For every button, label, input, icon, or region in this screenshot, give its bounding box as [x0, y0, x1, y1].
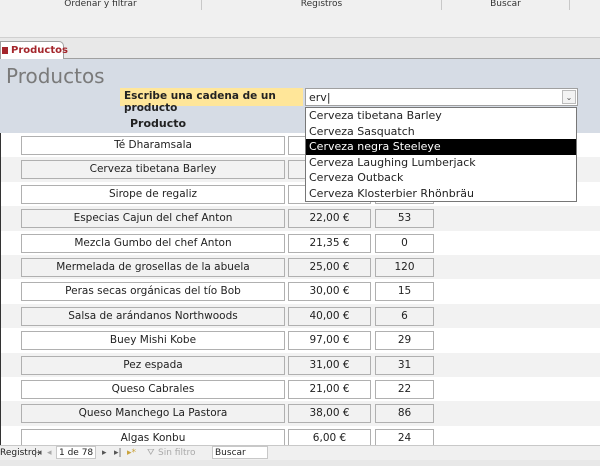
stock-field[interactable]: 53 [375, 209, 434, 229]
dropdown-option[interactable]: Cerveza Sasquatch [306, 124, 576, 140]
document-tabs: Productos [0, 38, 600, 59]
product-field[interactable]: Sirope de regaliz [21, 184, 285, 204]
record-navigation: Registro: |◂ ◂ 1 de 78 ▸ ▸| ▸* ⛛ Sin fil… [0, 445, 600, 460]
ribbon-group-find: Buscar [442, 0, 570, 10]
stock-field[interactable]: 6 [375, 306, 434, 326]
filter-icon: ⛛ [147, 448, 155, 458]
search-box[interactable]: Buscar [212, 446, 268, 459]
dropdown-option[interactable]: Cerveza negra Steeleye [306, 139, 576, 155]
stock-field[interactable]: 31 [375, 355, 434, 375]
product-field[interactable]: Mezcla Gumbo del chef Anton [21, 233, 285, 253]
price-field[interactable]: 22,00 € [288, 209, 371, 229]
table-row: Peras secas orgánicas del tío Bob 30,00 €… [0, 279, 600, 304]
tab-label: Productos [11, 45, 68, 56]
price-field[interactable]: 40,00 € [288, 306, 371, 326]
price-field[interactable]: 25,00 € [288, 257, 371, 277]
price-field[interactable]: 30,00 € [288, 282, 371, 302]
product-field[interactable]: Queso Cabrales [21, 379, 285, 399]
tab-productos[interactable]: Productos [0, 41, 68, 59]
search-label: Escribe una cadena de un producto [120, 88, 303, 114]
product-field[interactable]: Cerveza tibetana Barley [21, 160, 285, 180]
table-row: Salsa de arándanos Northwoods 40,00 €6 [0, 303, 600, 329]
table-row: Mermelada de grosellas de la abuela 25,00… [0, 254, 600, 280]
stock-field[interactable]: 22 [375, 379, 434, 399]
product-field[interactable]: Peras secas orgánicas del tío Bob [21, 282, 285, 302]
ribbon-group-records: Registros [202, 0, 442, 10]
dropdown-option[interactable]: Cerveza Outback [306, 170, 576, 186]
first-record-button[interactable]: |◂ [34, 446, 42, 460]
ribbon-group-sort-filter: Ordenar y filtrar [0, 0, 202, 10]
status-bar [0, 460, 600, 466]
price-field[interactable]: 38,00 € [288, 404, 371, 424]
price-field[interactable]: 21,00 € [288, 379, 371, 399]
product-field[interactable]: Pez espada [21, 355, 285, 375]
table-row: Especias Cajun del chef Anton 22,00 €53 [0, 206, 600, 231]
combo-value: erv [309, 91, 327, 104]
table-row: Pez espada 31,00 €31 [0, 352, 600, 377]
next-record-button[interactable]: ▸ [102, 446, 107, 460]
form-title: Productos [6, 64, 105, 88]
last-record-button[interactable]: ▸| [114, 446, 122, 460]
product-field[interactable]: Té Dharamsala [21, 136, 285, 155]
price-field[interactable]: 31,00 € [288, 355, 371, 375]
product-field[interactable]: Salsa de arándanos Northwoods [21, 306, 285, 326]
dropdown-option[interactable]: Cerveza tibetana Barley [306, 108, 576, 124]
new-record-button[interactable]: ▸* [127, 446, 136, 460]
product-field[interactable]: Especias Cajun del chef Anton [21, 209, 285, 229]
stock-field[interactable]: 29 [375, 331, 434, 351]
stock-field[interactable]: 0 [375, 233, 434, 253]
form-icon [2, 47, 8, 54]
table-row: Buey Mishi Kobe 97,00 €29 [0, 328, 600, 353]
table-row: Queso Cabrales 21,00 €22 [0, 376, 600, 402]
stock-field[interactable]: 15 [375, 282, 434, 302]
product-field[interactable]: Queso Manchego La Pastora [21, 404, 285, 424]
combo-dropdown-list[interactable]: Cerveza tibetana Barley Cerveza Sasquatch… [305, 107, 577, 202]
ribbon: Ordenar y filtrar Registros Buscar [0, 0, 600, 38]
chevron-down-icon[interactable]: ⌄ [562, 90, 576, 104]
stock-field[interactable]: 120 [375, 257, 434, 277]
dropdown-option[interactable]: Cerveza Laughing Lumberjack [306, 155, 576, 171]
table-row: Mezcla Gumbo del chef Anton 21,35 €0 [0, 230, 600, 255]
product-search-combo[interactable]: erv| ⌄ [305, 88, 578, 106]
product-field[interactable]: Mermelada de grosellas de la abuela [21, 257, 285, 277]
table-row: Queso Manchego La Pastora 38,00 €86 [0, 401, 600, 426]
record-position-input[interactable]: 1 de 78 [56, 446, 96, 459]
product-field[interactable]: Buey Mishi Kobe [21, 331, 285, 351]
dropdown-option[interactable]: Cerveza Klosterbier Rhönbräu [306, 186, 576, 202]
column-header-product: Producto [130, 117, 187, 130]
filter-toggle[interactable]: Sin filtro [158, 446, 196, 460]
price-field[interactable]: 97,00 € [288, 331, 371, 351]
stock-field[interactable]: 86 [375, 404, 434, 424]
prev-record-button[interactable]: ◂ [47, 446, 52, 460]
price-field[interactable]: 21,35 € [288, 233, 371, 253]
